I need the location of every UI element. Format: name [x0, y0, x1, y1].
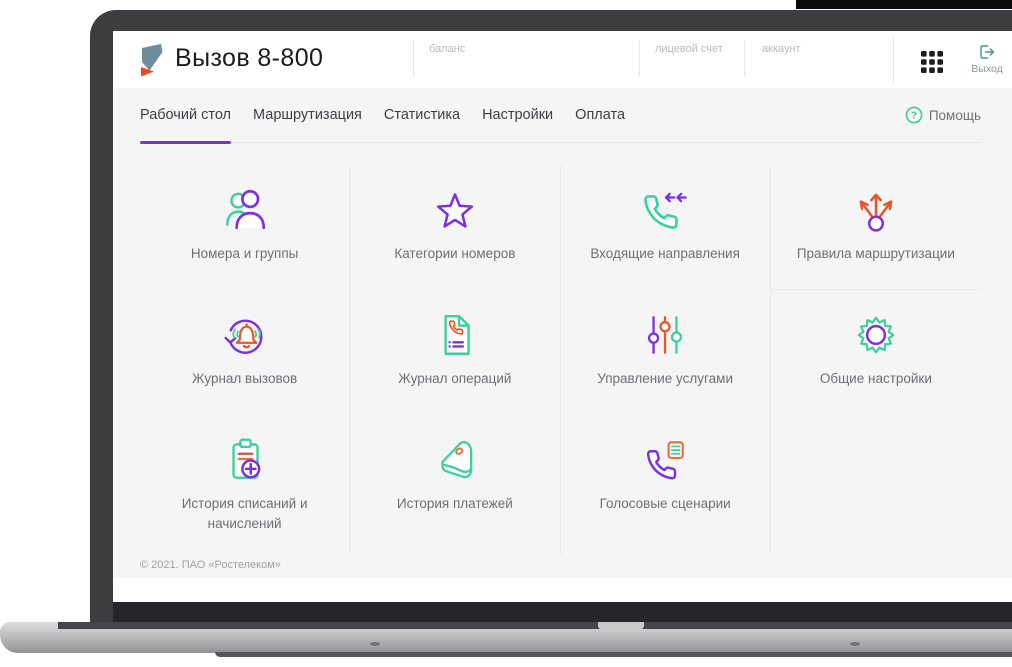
laptop-latch: [598, 622, 644, 629]
balance-label: баланс: [429, 43, 466, 55]
tab-payment[interactable]: Оплата: [575, 88, 625, 142]
tile-label: Журнал вызовов: [192, 371, 298, 386]
tile-label: История списаний и начислений: [181, 496, 308, 531]
route-branch-icon: [859, 193, 893, 232]
laptop-foot: [370, 642, 380, 646]
call-journal-icon: [224, 319, 263, 354]
tab-bar: Рабочий стол Маршрутизация Статистика На…: [140, 88, 981, 144]
grid-apps-icon[interactable]: [921, 51, 943, 73]
gear-icon: [857, 316, 895, 354]
tile-general-settings[interactable]: Общие настройки: [771, 290, 981, 415]
tile-call-journal[interactable]: Журнал вызовов: [140, 290, 349, 415]
tile-label: Категории номеров: [394, 246, 516, 261]
brand-logo-icon: [141, 44, 163, 77]
empty-cell: [771, 415, 981, 555]
help-button[interactable]: ? Помощь: [905, 106, 981, 124]
header-divider: [893, 37, 894, 83]
phone-incoming-icon: [644, 192, 688, 229]
svg-text:?: ?: [911, 110, 917, 122]
laptop-mockup: Вызов 8-800 баланс лицевой счет аккаунт: [0, 0, 1012, 667]
users-icon: [225, 189, 265, 230]
laptop-hinge: [58, 622, 1012, 629]
logout-icon: [980, 45, 995, 59]
voice-script-icon: [646, 441, 684, 480]
tile-numbers-and-groups[interactable]: Номера и группы: [140, 165, 349, 290]
tab-settings[interactable]: Настройки: [482, 88, 553, 142]
tab-statistics[interactable]: Статистика: [384, 88, 460, 142]
tile-routing-rules[interactable]: Правила маршрутизации: [771, 165, 981, 289]
sliders-icon: [648, 316, 683, 354]
tab-desktop[interactable]: Рабочий стол: [140, 88, 232, 144]
tile-incoming-directions[interactable]: Входящие направления: [561, 165, 770, 290]
tile-service-management[interactable]: Управление услугами: [561, 290, 770, 415]
tile-number-categories[interactable]: Категории номеров: [350, 165, 559, 290]
tile-label: Голосовые сценарии: [599, 496, 731, 511]
tile-label: Управление услугами: [597, 371, 733, 386]
laptop-foot: [850, 642, 860, 646]
wallet-icon: [441, 440, 473, 479]
dashboard-page: Рабочий стол Маршрутизация Статистика На…: [113, 88, 1012, 602]
account-number-label: лицевой счет: [655, 43, 723, 55]
tile-label: Журнал операций: [398, 371, 512, 386]
tile-label: Общие настройки: [819, 371, 932, 386]
clipboard-plus-icon: [231, 438, 260, 479]
footer-copyright: © 2021. ПАО «Ростелеком»: [140, 559, 281, 571]
tile-label: Правила маршрутизации: [796, 246, 955, 261]
tile-charges-history[interactable]: История списаний и начислений: [140, 415, 349, 555]
app-title: Вызов 8-800: [175, 44, 324, 72]
logout-button[interactable]: Выход: [965, 43, 1009, 75]
tile-payment-history[interactable]: История платежей: [350, 415, 559, 555]
tile-label: Входящие направления: [590, 246, 740, 261]
tile-voice-scenarios[interactable]: Голосовые сценарии: [561, 415, 770, 555]
laptop-base-edge: [215, 652, 1012, 657]
tile-label: История платежей: [396, 496, 513, 511]
app-window: Вызов 8-800 баланс лицевой счет аккаунт: [113, 31, 1012, 602]
help-label: Помощь: [928, 107, 981, 123]
tiles-grid: Номера и группы Категории номеров Входящ…: [140, 165, 981, 555]
app-header: Вызов 8-800 баланс лицевой счет аккаунт: [113, 31, 1012, 88]
tile-operations-journal[interactable]: Журнал операций: [350, 290, 559, 415]
header-divider: [639, 41, 640, 77]
tab-routing[interactable]: Маршрутизация: [253, 88, 362, 142]
logout-label: Выход: [971, 63, 1003, 75]
header-divider: [744, 41, 745, 77]
laptop-base: [0, 622, 1012, 653]
question-circle-icon: ?: [905, 106, 923, 124]
account-label: аккаунт: [762, 43, 801, 55]
operations-journal-icon: [444, 315, 470, 355]
star-icon: [436, 193, 473, 228]
tile-label: Номера и группы: [190, 246, 299, 261]
laptop-lid-edge: [796, 0, 1012, 9]
header-divider: [413, 41, 414, 77]
